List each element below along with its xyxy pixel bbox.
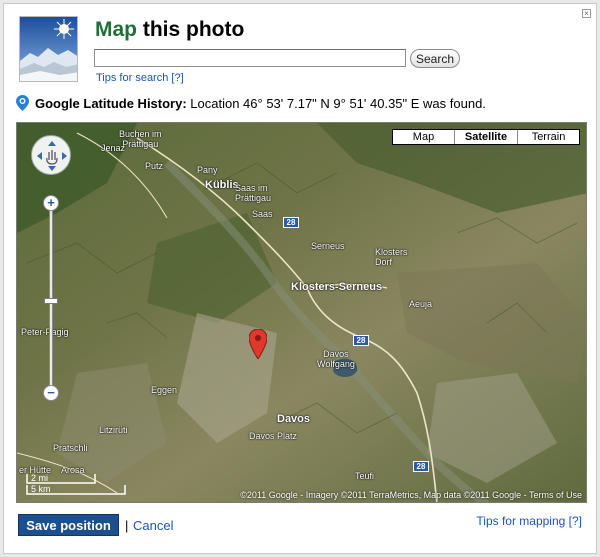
close-icon[interactable]: × xyxy=(582,9,591,18)
place-label: Teufi xyxy=(355,471,375,481)
place-label: Aeuja xyxy=(409,299,433,309)
road-number-badge: 28 xyxy=(283,217,299,228)
scale-km: 5 km xyxy=(31,484,51,494)
dialog-title: Map this photo xyxy=(95,18,244,42)
zoom-handle[interactable] xyxy=(44,298,58,305)
place-label: Litzirüti xyxy=(99,425,128,435)
place-label: Davos Platz xyxy=(249,431,298,441)
satellite-map[interactable]: Map Satellite Terrain Buchen im Prättiga… xyxy=(16,122,587,503)
latitude-history-row: Google Latitude History: Location 46° 53… xyxy=(16,95,486,113)
footer-separator: | xyxy=(125,518,129,533)
map-photo-dialog: × Map this photo Search Tips for search … xyxy=(3,3,597,554)
place-label: Putz xyxy=(145,161,164,171)
tips-for-search-link[interactable]: Tips for search [?] xyxy=(96,72,184,84)
title-accent: Map xyxy=(95,18,137,41)
place-label: Saas xyxy=(252,209,273,219)
road-number-badge: 28 xyxy=(413,461,429,472)
place-label: Küblis xyxy=(205,179,239,191)
zoom-out-button[interactable]: − xyxy=(43,385,59,401)
place-label: Serneus xyxy=(311,241,345,251)
map-scale: 2 mi 5 km xyxy=(25,472,135,498)
place-label: Jenaz xyxy=(101,143,126,153)
photo-thumbnail xyxy=(19,16,78,82)
place-label: Pratschli xyxy=(53,443,88,453)
place-label: Eggen xyxy=(151,385,178,395)
zoom-slider[interactable]: + − xyxy=(43,195,59,403)
pan-arrows-icon xyxy=(37,141,67,171)
map-type-map[interactable]: Map xyxy=(393,130,454,144)
search-input[interactable] xyxy=(94,49,406,67)
place-label: Klosters-Serneus xyxy=(291,281,383,293)
place-label: Pany xyxy=(197,165,218,175)
latitude-label: Google Latitude History: xyxy=(35,95,187,111)
place-label: Davos Wolfgang xyxy=(317,349,355,369)
satellite-imagery xyxy=(17,123,586,502)
map-type-satellite[interactable]: Satellite xyxy=(454,130,517,144)
place-label: Saas im Prättigau xyxy=(235,183,272,203)
cancel-link[interactable]: Cancel xyxy=(133,518,173,533)
map-type-switcher: Map Satellite Terrain xyxy=(392,129,580,145)
zoom-in-button[interactable]: + xyxy=(43,195,59,211)
save-position-button[interactable]: Save position xyxy=(18,514,119,536)
scale-miles: 2 mi xyxy=(31,473,49,483)
pan-control[interactable] xyxy=(31,135,71,175)
road-number-badge: 28 xyxy=(353,335,369,346)
place-label: Davos xyxy=(277,413,311,425)
place-label: Buchen im Prättigau xyxy=(119,129,162,149)
location-marker-icon[interactable] xyxy=(248,328,268,364)
map-copyright: ©2011 Google - Imagery ©2011 TerraMetric… xyxy=(240,490,582,500)
tips-for-mapping-link[interactable]: Tips for mapping [?] xyxy=(476,514,582,528)
latitude-message: Location 46° 53' 7.17" N 9° 51' 40.35" E… xyxy=(190,95,486,111)
title-rest: this photo xyxy=(137,18,245,41)
latitude-icon xyxy=(16,95,29,114)
search-button[interactable]: Search xyxy=(410,49,460,68)
map-type-terrain[interactable]: Terrain xyxy=(517,130,579,144)
place-label: Klosters Dorf xyxy=(375,247,408,267)
